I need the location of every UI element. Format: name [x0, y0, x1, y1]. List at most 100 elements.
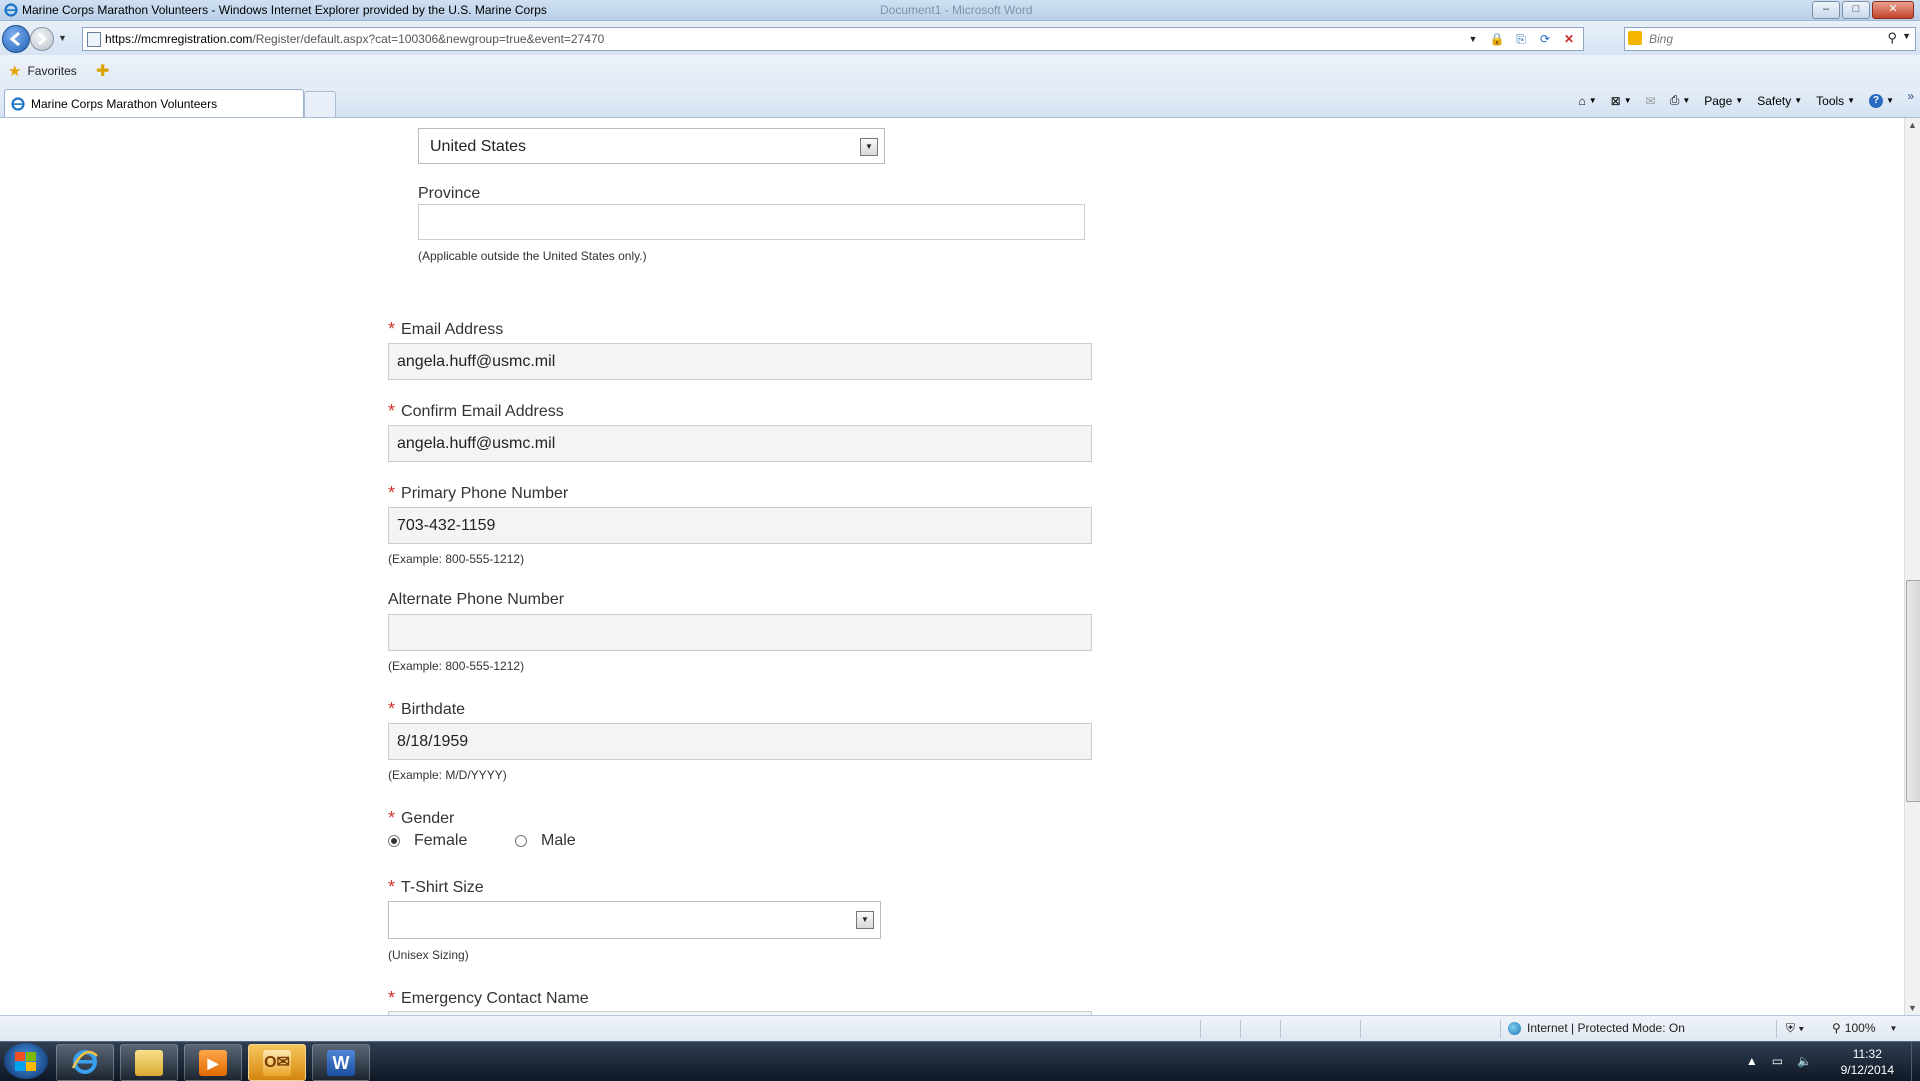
province-hint: (Applicable outside the United States on… [418, 249, 647, 263]
email-field[interactable] [388, 343, 1092, 380]
minimize-button[interactable]: – [1812, 1, 1840, 19]
bing-icon [1628, 31, 1642, 45]
taskbar-word[interactable]: W [312, 1044, 370, 1081]
printer-icon: ⎙ [1669, 93, 1680, 107]
country-select[interactable]: United States ▼ [418, 128, 885, 164]
email-label-text: Email Address [401, 321, 504, 338]
chevron-down-icon: ▼ [1794, 96, 1803, 105]
taskbar-outlook[interactable]: O✉ [248, 1044, 306, 1081]
home-icon: ⌂ [1578, 93, 1586, 108]
help-button[interactable]: ? ▼ [1869, 93, 1894, 108]
tshirt-label: * T-Shirt Size [388, 876, 484, 897]
alternate-phone-field[interactable] [388, 614, 1092, 651]
chevron-down-icon: ▼ [1623, 96, 1632, 105]
lock-icon[interactable]: 🔒 [1489, 31, 1505, 47]
scroll-up-icon[interactable]: ▲ [1908, 120, 1917, 130]
primary-phone-field[interactable] [388, 507, 1092, 544]
print-button[interactable]: ⎙ ▼ [1670, 93, 1691, 108]
favorites-button[interactable]: ★ Favorites [8, 62, 77, 80]
address-dropdown-icon[interactable]: ▼ [1465, 31, 1481, 47]
required-marker: * [388, 401, 396, 421]
search-box[interactable]: ⚲ ▼ [1624, 27, 1916, 51]
required-marker: * [388, 808, 396, 828]
gender-female-label: Female [414, 832, 468, 849]
confirm-email-label: * Confirm Email Address [388, 400, 564, 421]
safety-menu[interactable]: Safety ▼ [1757, 94, 1802, 108]
required-marker: * [388, 877, 396, 897]
security-zone[interactable]: Internet | Protected Mode: On [1508, 1021, 1685, 1035]
required-marker: * [388, 988, 396, 1008]
search-icon[interactable]: ⚲ [1887, 30, 1897, 46]
province-field[interactable] [418, 204, 1085, 240]
recent-pages-dropdown-icon[interactable]: ▼ [58, 33, 67, 43]
status-divider [1280, 1020, 1281, 1038]
feeds-button[interactable]: ⊠ ▼ [1611, 94, 1632, 108]
new-tab-button[interactable] [304, 91, 336, 117]
show-desktop-button[interactable] [1911, 1042, 1920, 1081]
mail-icon: ✉ [1645, 93, 1656, 108]
status-bar: Internet | Protected Mode: On ⛨ ▾ ⚲ 100%… [0, 1015, 1920, 1042]
tab-marine-corps-marathon[interactable]: Marine Corps Marathon Volunteers [4, 89, 304, 117]
birthdate-field[interactable] [388, 723, 1092, 760]
forward-button[interactable] [30, 27, 54, 51]
clock[interactable]: 11:32 9/12/2014 [1841, 1046, 1894, 1078]
status-divider [1500, 1020, 1501, 1038]
radio-unselected-icon[interactable] [515, 835, 527, 847]
home-button[interactable]: ⌂ ▼ [1578, 94, 1596, 108]
chevron-down-icon: ▼ [1889, 1023, 1898, 1033]
page-menu[interactable]: Page ▼ [1704, 94, 1743, 108]
page-content: United States ▼ Province (Applicable out… [0, 118, 1904, 1015]
start-button[interactable] [4, 1043, 48, 1079]
taskbar: ▶ O✉ W ▲ ▭ 🔈 11:32 9/12/2014 [0, 1041, 1920, 1081]
ie-logo-icon [4, 3, 18, 17]
taskbar-media-player[interactable]: ▶ [184, 1044, 242, 1081]
alternate-phone-hint: (Example: 800-555-1212) [388, 659, 525, 673]
radio-selected-icon[interactable] [388, 835, 400, 847]
search-options-dropdown-icon[interactable]: ▼ [1902, 31, 1911, 41]
protected-mode-icon[interactable]: ⛨ ▾ [1786, 1021, 1804, 1036]
primary-phone-label: * Primary Phone Number [388, 482, 568, 503]
vertical-scrollbar[interactable]: ▲ ▼ [1904, 118, 1920, 1015]
taskbar-internet-explorer[interactable] [56, 1044, 114, 1081]
chevron-down-icon: ▼ [1682, 96, 1691, 105]
search-input[interactable] [1647, 30, 1881, 48]
gender-male-radio[interactable]: Male [515, 832, 576, 850]
system-tray: ▲ ▭ 🔈 [1746, 1054, 1812, 1068]
zoom-level[interactable]: ⚲ 100% ▼ [1832, 1021, 1897, 1035]
show-hidden-icons-icon[interactable]: ▲ [1746, 1054, 1758, 1068]
confirm-email-field[interactable] [388, 425, 1092, 462]
status-divider [1240, 1020, 1241, 1038]
gender-female-radio[interactable]: Female [388, 832, 467, 850]
folder-icon [135, 1050, 163, 1076]
safety-menu-label: Safety [1757, 93, 1792, 108]
primary-phone-hint: (Example: 800-555-1212) [388, 552, 525, 566]
maximize-button[interactable]: □ [1842, 1, 1870, 19]
more-commands-chevron-icon[interactable]: » [1907, 89, 1914, 103]
read-mail-button[interactable]: ✉ [1646, 94, 1656, 108]
url-text[interactable]: https://mcmregistration.com/Register/def… [105, 32, 604, 46]
chevron-down-icon[interactable]: ▼ [860, 138, 878, 156]
tshirt-size-select[interactable]: ▼ [388, 901, 881, 939]
windows-logo-icon [15, 1052, 36, 1071]
favorites-star-icon: ★ [8, 63, 22, 80]
emergency-contact-label: * Emergency Contact Name [388, 987, 589, 1008]
address-bar[interactable]: https://mcmregistration.com/Register/def… [82, 27, 1584, 51]
back-button[interactable] [2, 25, 30, 53]
scroll-down-icon[interactable]: ▼ [1908, 1003, 1917, 1013]
page-menu-label: Page [1704, 93, 1733, 108]
add-to-favorites-bar-icon[interactable]: ✚ [96, 61, 109, 81]
globe-icon [1508, 1021, 1521, 1035]
chevron-down-icon[interactable]: ▼ [856, 911, 874, 929]
compatibility-view-icon[interactable]: ⎘ [1513, 31, 1529, 47]
scrollbar-thumb[interactable] [1906, 580, 1920, 802]
close-window-button[interactable]: ✕ [1872, 1, 1914, 19]
background-window-title: Document1 - Microsoft Word [880, 3, 1033, 17]
stop-icon[interactable]: ✕ [1561, 31, 1577, 47]
network-icon[interactable]: ▭ [1772, 1054, 1783, 1068]
taskbar-file-explorer[interactable] [120, 1044, 178, 1081]
birthdate-label-text: Birthdate [401, 701, 466, 718]
refresh-icon[interactable]: ⟳ [1537, 31, 1553, 47]
tab-label: Marine Corps Marathon Volunteers [31, 97, 218, 111]
volume-icon[interactable]: 🔈 [1797, 1054, 1812, 1068]
tools-menu[interactable]: Tools ▼ [1816, 94, 1855, 108]
